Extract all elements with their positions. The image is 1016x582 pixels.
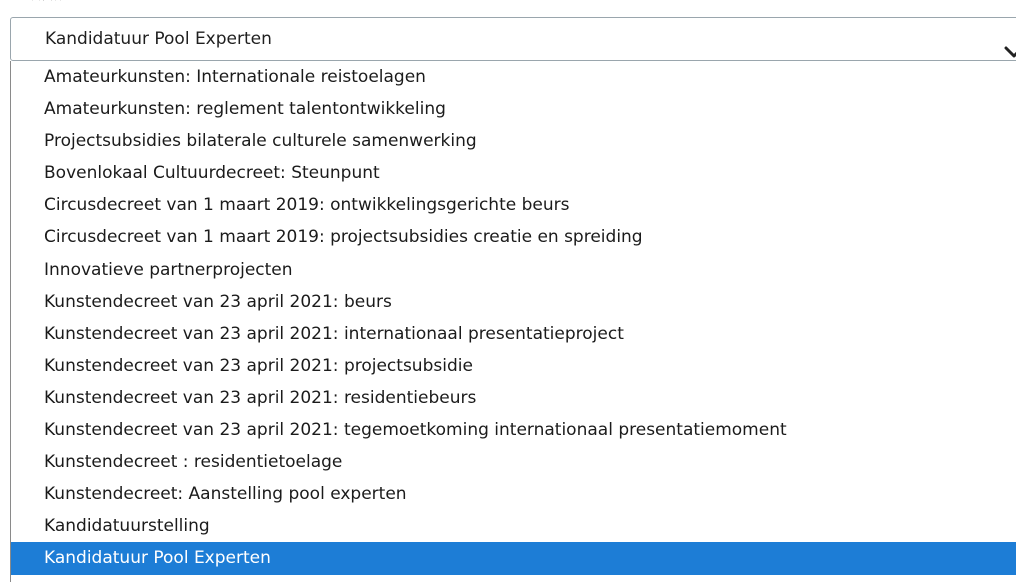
dropdown-option[interactable]: Kandidatuurstelling [11, 510, 1016, 542]
dropdown-option[interactable]: Kunstendecreet: Aanstelling pool experte… [11, 478, 1016, 510]
select-value: Kandidatuur Pool Experten [45, 29, 272, 49]
dropdown-option[interactable]: Projectsubsidies bilaterale culturele sa… [11, 125, 1016, 157]
dropdown-option[interactable]: Circusdecreet van 1 maart 2019: projects… [11, 221, 1016, 253]
dropdown-option[interactable]: Kunstendecreet : residentietoelage [11, 446, 1016, 478]
dropdown-option[interactable]: Kunstendecreet van 23 april 2021: reside… [11, 382, 1016, 414]
dropdown-option-selected[interactable]: Kandidatuur Pool Experten [11, 542, 1016, 575]
chevron-down-icon[interactable] [1003, 45, 1016, 59]
dropdown-option[interactable]: Kunstendecreet van 23 april 2021: intern… [11, 318, 1016, 350]
dropdown-option[interactable]: Amateurkunsten: reglement talentontwikke… [11, 93, 1016, 125]
dropdown-option[interactable]: Innovatieve partnerprojecten [11, 254, 1016, 286]
dropdown-options-list: Amateurkunsten: Internationale reistoela… [10, 61, 1016, 582]
cropped-label-fragment [32, 0, 61, 1]
select-field[interactable]: Kandidatuur Pool Experten [10, 17, 1016, 61]
select-dropdown-screen: Kandidatuur Pool Experten Amateurkunsten… [0, 0, 1016, 582]
dropdown-option[interactable]: Kunstendecreet van 23 april 2021: tegemo… [11, 414, 1016, 446]
dropdown-option[interactable]: Kunstendecreet van 23 april 2021: projec… [11, 350, 1016, 382]
dropdown-option[interactable]: Circusdecreet van 1 maart 2019: ontwikke… [11, 189, 1016, 221]
dropdown-option[interactable]: Kunstendecreet van 23 april 2021: beurs [11, 286, 1016, 318]
dropdown-option[interactable]: Amateurkunsten: Internationale reistoela… [11, 61, 1016, 93]
dropdown-option[interactable]: Bovenlokaal Cultuurdecreet: Steunpunt [11, 157, 1016, 189]
